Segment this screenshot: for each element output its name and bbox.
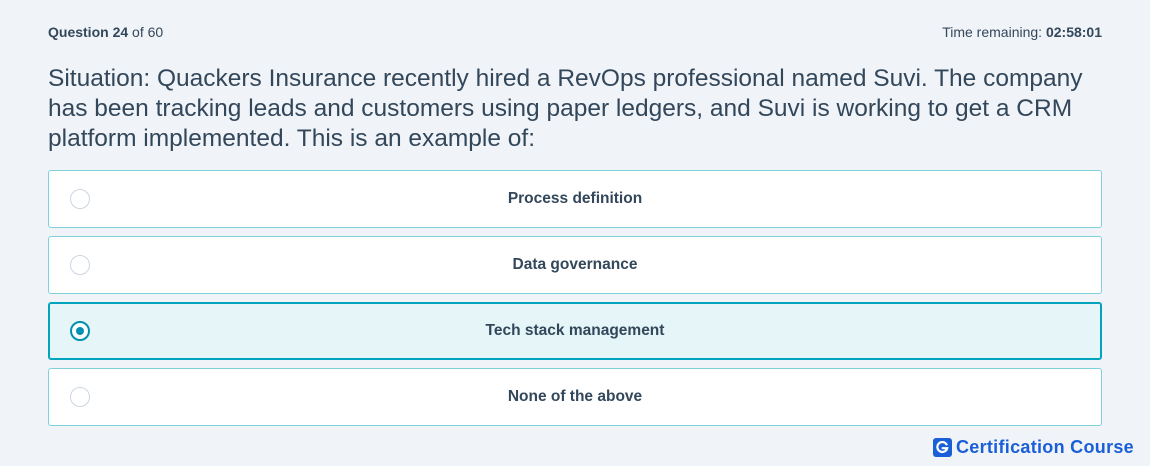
answer-options: Process definition Data governance Tech … — [48, 170, 1102, 434]
answer-option-process-definition[interactable]: Process definition — [48, 170, 1102, 228]
answer-label: Process definition — [507, 190, 643, 207]
answer-label: Data governance — [512, 256, 638, 273]
g-logo-icon — [932, 438, 952, 457]
radio-button[interactable] — [70, 189, 90, 209]
question-total: of 60 — [132, 24, 164, 40]
answer-label: Tech stack management — [485, 322, 665, 339]
answer-option-tech-stack-management[interactable]: Tech stack management — [48, 302, 1102, 360]
question-text: Situation: Quackers Insurance recently h… — [48, 65, 1083, 152]
brand-text: Certification Course — [955, 437, 1134, 457]
radio-button-selected[interactable] — [70, 321, 90, 341]
brand-logo: Certification Course — [932, 437, 1134, 458]
time-label: Time remaining: — [942, 24, 1043, 40]
question-header: Question 24 of 60 Time remaining: 02:58:… — [48, 24, 1102, 40]
answer-option-none-of-the-above[interactable]: None of the above — [48, 368, 1102, 426]
answer-option-data-governance[interactable]: Data governance — [48, 236, 1102, 294]
radio-button[interactable] — [70, 255, 90, 275]
question-counter: Question 24 of 60 — [48, 24, 163, 40]
question-label: Question — [48, 24, 109, 40]
time-value: 02:58:01 — [1045, 24, 1102, 40]
time-remaining: Time remaining: 02:58:01 — [942, 24, 1102, 40]
radio-button[interactable] — [70, 387, 90, 407]
question-number: 24 — [112, 24, 129, 40]
answer-label: None of the above — [507, 388, 643, 405]
